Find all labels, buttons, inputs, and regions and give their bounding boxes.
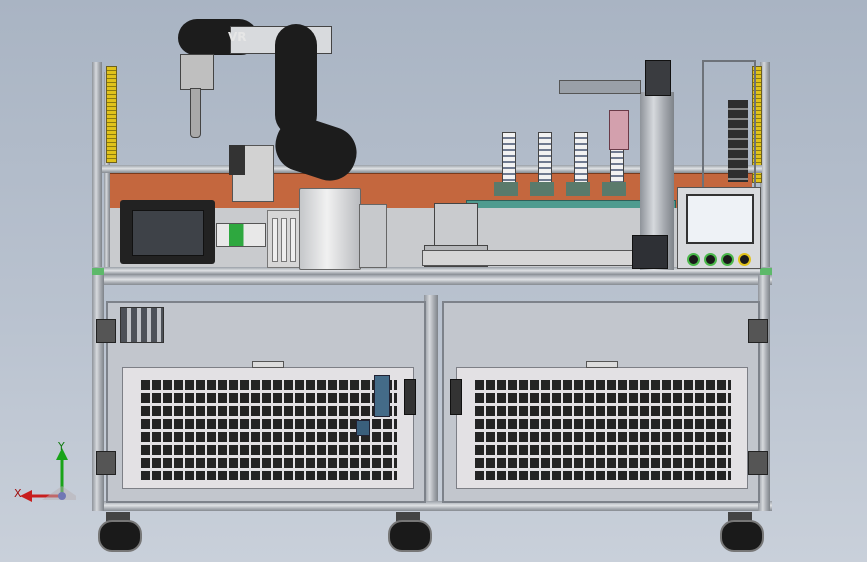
door-latch-right[interactable]: [450, 379, 462, 415]
hinge: [96, 451, 116, 475]
door-latch-left[interactable]: [404, 379, 416, 415]
left-light-curtain: [106, 66, 117, 163]
robot-controller-box: [359, 204, 387, 268]
robot-pedestal: [299, 188, 361, 270]
green-corner-trim-left: [92, 268, 104, 275]
gantry-motor: [645, 60, 671, 96]
bottom-servo-motor: [632, 235, 668, 269]
vent-panel-right: [456, 367, 748, 489]
green-button[interactable]: [704, 253, 717, 266]
blue-connector: [356, 420, 370, 436]
axis-y-label: Y: [58, 440, 65, 453]
linear-slide: [422, 250, 634, 266]
caster-left: [98, 512, 142, 552]
green-corner-trim-right: [760, 268, 772, 275]
hinge: [96, 319, 116, 343]
robot-wrist: [180, 54, 214, 90]
yellow-button[interactable]: [738, 253, 751, 266]
press-unit: [434, 203, 478, 247]
tube: [290, 218, 296, 262]
hinge: [748, 451, 768, 475]
small-bracket-group: [120, 307, 164, 343]
axis-x-label: X: [14, 487, 22, 500]
coordinate-triad: Y X: [12, 440, 82, 504]
cabinet-left-post: [92, 275, 104, 511]
pink-carriage: [609, 110, 629, 150]
tube: [281, 218, 287, 262]
caster-middle: [388, 512, 432, 552]
green-button[interactable]: [687, 253, 700, 266]
connector-block: [374, 375, 390, 417]
door-handle-top-left[interactable]: [252, 361, 284, 368]
robot-arm: VR: [170, 14, 370, 194]
right-shelf-stack: [728, 100, 748, 182]
lower-cabinet: [92, 275, 772, 515]
vent-grille-right: [475, 380, 731, 480]
robot-brand-text: VR: [228, 30, 247, 44]
left-upright-post: [92, 62, 102, 275]
insulator-holders: [494, 182, 630, 196]
door-handle-top-right[interactable]: [586, 361, 618, 368]
hmi-monitor: [120, 200, 215, 264]
green-button[interactable]: [721, 253, 734, 266]
gantry-arm: [559, 80, 641, 94]
green-cylinder: [216, 223, 266, 247]
caster-wheel: [98, 520, 142, 552]
vent-panel-left: [122, 367, 414, 489]
caster-wheel: [388, 520, 432, 552]
tube: [272, 218, 278, 262]
hinge: [748, 319, 768, 343]
touch-screen[interactable]: [686, 194, 754, 244]
cabinet-top-rail: [92, 275, 772, 285]
control-panel: [677, 187, 761, 269]
cabinet-mid-post: [424, 295, 438, 501]
hmi-monitor-screen: [132, 210, 204, 256]
caster-wheel: [720, 520, 764, 552]
caster-right: [720, 512, 764, 552]
robot-tool-tip: [190, 88, 201, 138]
